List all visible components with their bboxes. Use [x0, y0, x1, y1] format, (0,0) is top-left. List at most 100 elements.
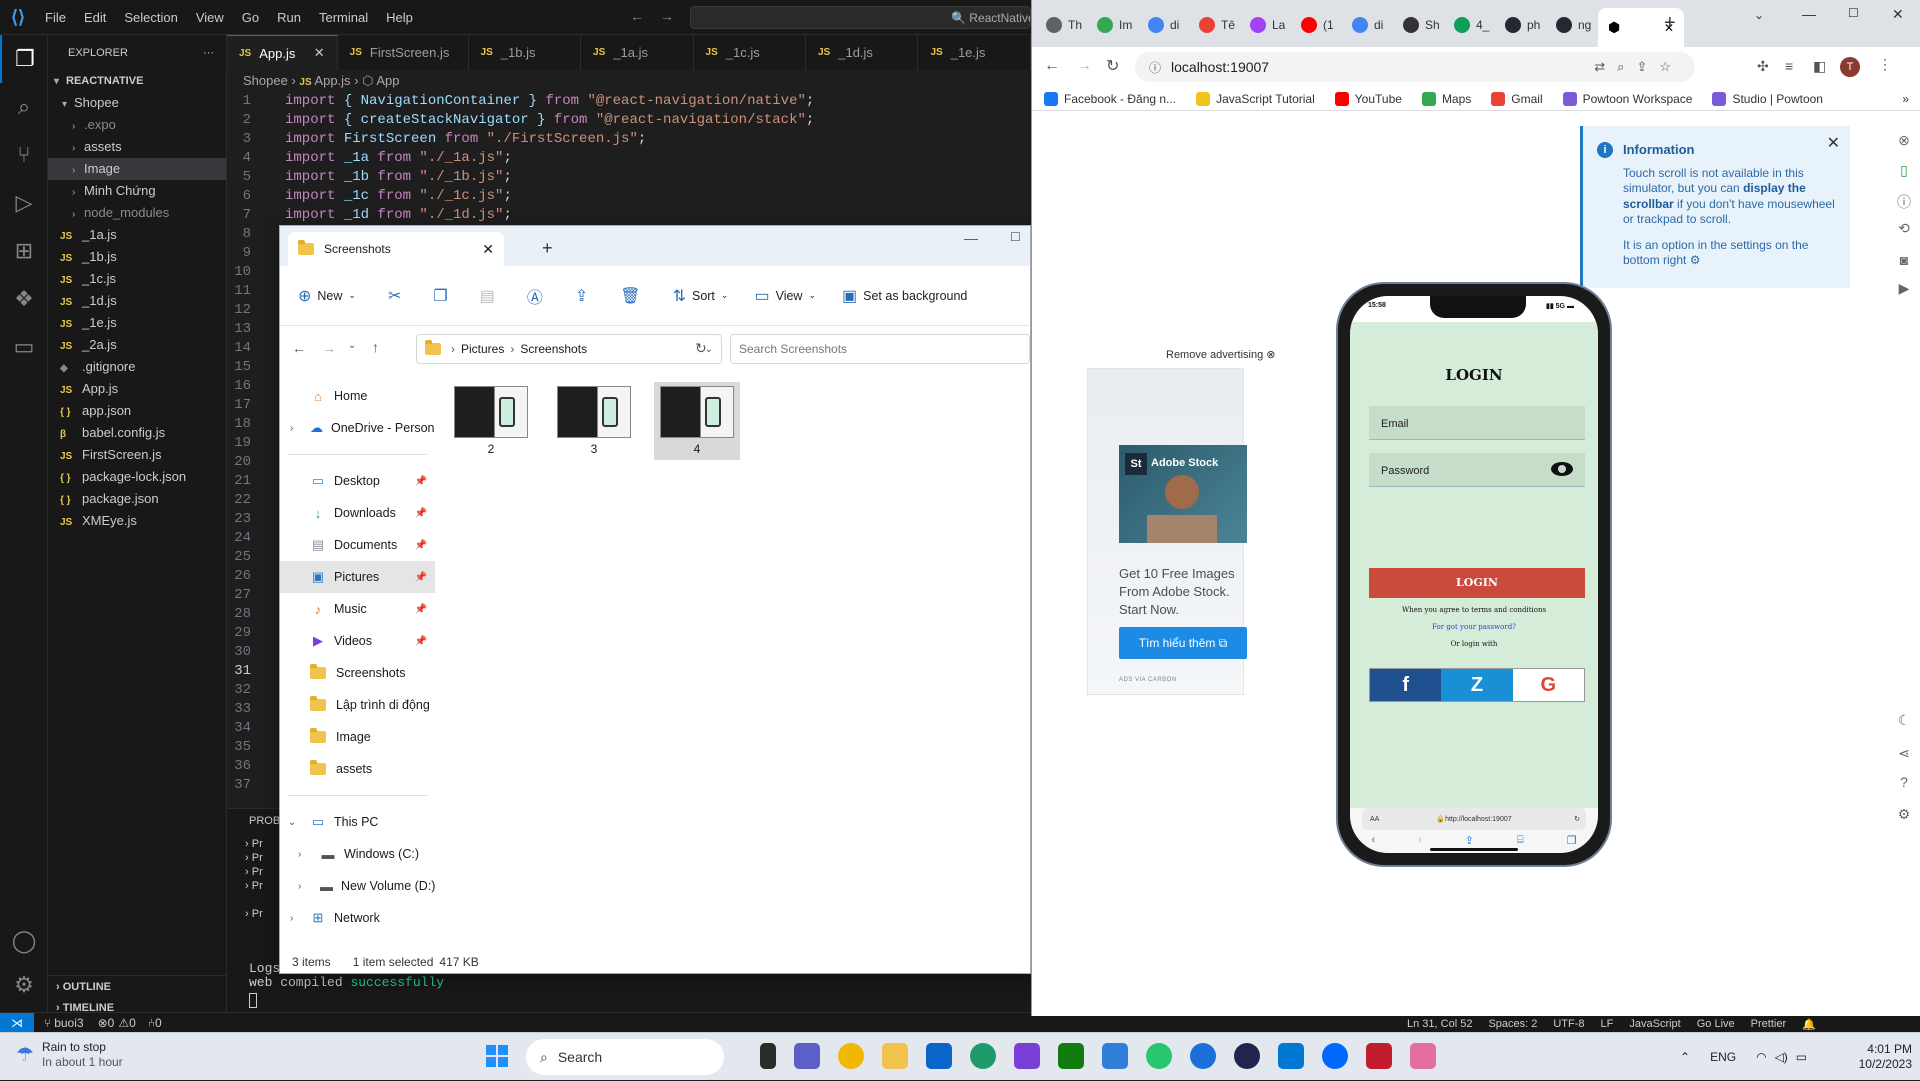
file-thumbnail[interactable]: 2 — [448, 382, 534, 460]
breadcrumb-file[interactable]: App.js — [314, 73, 350, 88]
nav-this-pc[interactable]: ⌄ ▭ This PC — [280, 806, 435, 838]
new-button[interactable]: ⊕ New ⌄ — [298, 286, 356, 306]
paste-button[interactable]: ▤ — [480, 286, 501, 306]
instagram-icon[interactable] — [1014, 1043, 1040, 1069]
tree-item[interactable]: { } package.json — [48, 488, 226, 510]
browser-tab[interactable]: ng — [1556, 12, 1591, 38]
ad-text[interactable]: Get 10 Free Images From Adobe Stock. Sta… — [1119, 565, 1241, 619]
help-icon[interactable]: ? — [1896, 774, 1912, 790]
branch-name[interactable]: buoi3 — [54, 1016, 83, 1030]
more-actions-icon[interactable]: ··· — [203, 47, 214, 59]
chrome-taskbar-icon[interactable] — [838, 1043, 864, 1069]
safari-url-field[interactable]: AA 🔒 http://localhost:19007 ↻ — [1362, 808, 1586, 830]
indentation[interactable]: Spaces: 2 — [1488, 1018, 1537, 1030]
app-ring-icon[interactable] — [1146, 1043, 1172, 1069]
bookmark-item[interactable]: Facebook - Đăng n... — [1044, 91, 1176, 106]
email-field[interactable]: Email — [1369, 406, 1585, 440]
search-icon[interactable]: ⌕ — [0, 83, 48, 131]
bookmark-item[interactable]: JavaScript Tutorial — [1196, 91, 1315, 106]
nav-folder-item[interactable]: Image — [280, 721, 435, 753]
reading-list-icon[interactable]: ≡ — [1785, 58, 1793, 74]
menu-file[interactable]: File — [36, 10, 75, 25]
editor-tab[interactable]: JS _1a.js — [581, 35, 694, 70]
ad-learn-more-button[interactable]: Tìm hiểu thêm ⧉ — [1119, 627, 1247, 659]
command-center-search[interactable]: 🔍 ReactNative — [690, 6, 1031, 29]
zalo-icon[interactable]: Z — [1441, 669, 1513, 701]
browser-tab[interactable]: Tê — [1199, 12, 1235, 38]
forward-arrow-icon[interactable]: → — [1076, 57, 1092, 75]
app-diamond-icon[interactable] — [1410, 1043, 1436, 1069]
weather-widget[interactable]: ☂ Rain to stop In about 1 hour — [16, 1040, 123, 1070]
python-icon[interactable]: ❖ — [0, 275, 48, 323]
safari-aa[interactable]: AA — [1370, 816, 1379, 823]
nav-onedrive[interactable]: › ☁ OneDrive - Persona — [280, 412, 435, 444]
browser-tab[interactable]: Th — [1046, 12, 1082, 38]
tree-item[interactable]: JS _2a.js — [48, 334, 226, 356]
menu-view[interactable]: View — [187, 10, 233, 25]
gear-icon[interactable]: ⚙ — [0, 961, 48, 1009]
task-view-icon[interactable] — [760, 1043, 776, 1069]
tabs-icon[interactable]: ❐ — [1567, 834, 1577, 847]
nav-pinned-item[interactable]: ▶ Videos 📌 — [280, 625, 435, 657]
tree-item[interactable]: JS App.js — [48, 378, 226, 400]
explorer-icon[interactable]: ❐ — [0, 35, 48, 83]
nav-pinned-item[interactable]: ▣ Pictures 📌 — [280, 561, 435, 593]
path-pictures[interactable]: Pictures — [461, 342, 504, 356]
menu-go[interactable]: Go — [233, 10, 268, 25]
tree-item[interactable]: { } app.json — [48, 400, 226, 422]
nav-drive-item[interactable]: › ▬ Windows (C:) — [280, 838, 435, 870]
google-icon[interactable]: G — [1512, 669, 1584, 701]
share-button[interactable]: ⇪ — [575, 286, 594, 306]
close-circle-icon[interactable]: ⊗ — [1896, 132, 1912, 148]
nav-folder-item[interactable]: assets — [280, 753, 435, 785]
minimize-icon[interactable]: — — [964, 230, 978, 246]
file-thumbnail[interactable]: 4 — [654, 382, 740, 460]
bookmarks-icon[interactable]: ⌸ — [1517, 834, 1524, 847]
back-icon[interactable]: ‹ — [1371, 834, 1375, 847]
problem-row[interactable]: › Pr — [245, 851, 263, 865]
site-info-icon[interactable]: ⓘ — [1149, 59, 1161, 76]
problem-row[interactable]: › Pr — [245, 837, 263, 851]
tab-search-chevron-icon[interactable]: ⌄ — [1754, 8, 1764, 22]
nav-drive-item[interactable]: › ▬ New Volume (D:) — [280, 870, 435, 902]
up-arrow-icon[interactable]: ↑ — [372, 339, 379, 355]
maximize-icon[interactable]: ☐ — [1848, 6, 1859, 20]
teams-icon[interactable] — [794, 1043, 820, 1069]
bookmark-item[interactable]: Maps — [1421, 91, 1471, 106]
edge-icon[interactable] — [970, 1043, 996, 1069]
close-icon[interactable]: ✕ — [1827, 136, 1840, 152]
path-screenshots[interactable]: Screenshots — [520, 342, 587, 356]
vscode-taskbar-icon[interactable] — [1278, 1043, 1304, 1069]
nav-folder-item[interactable]: Screenshots — [280, 657, 435, 689]
taskbar-search[interactable]: ⌕ Search — [526, 1039, 724, 1075]
tree-item[interactable]: JS _1b.js — [48, 246, 226, 268]
browser-tab[interactable]: Im — [1097, 12, 1132, 38]
nav-pinned-item[interactable]: ▭ Desktop 📌 — [280, 465, 435, 497]
share-icon[interactable]: ⇪ — [1465, 834, 1474, 847]
forgot-password-link[interactable]: For got your password? — [1350, 623, 1598, 631]
tree-item[interactable]: › Image — [48, 158, 226, 180]
back-arrow-icon[interactable]: ← — [1044, 57, 1060, 75]
copy-button[interactable]: ❐ — [433, 286, 453, 306]
remote-icon[interactable]: ⋊ — [0, 1012, 34, 1033]
nav-pinned-item[interactable]: ▤ Documents 📌 — [280, 529, 435, 561]
problem-row[interactable]: › Pr — [245, 907, 263, 921]
tree-item[interactable]: › node_modules — [48, 202, 226, 224]
account-icon[interactable]: ◯ — [0, 917, 48, 965]
tree-item[interactable]: JS _1a.js — [48, 224, 226, 246]
volume-icon[interactable]: ◁) — [1775, 1050, 1788, 1064]
close-icon[interactable]: ✕ — [314, 45, 325, 61]
breadcrumb-symbol[interactable]: App — [376, 73, 399, 88]
bookmark-item[interactable]: Gmail — [1491, 91, 1543, 106]
back-arrow-icon[interactable]: ← — [292, 340, 306, 356]
language-indicator[interactable]: ENG — [1710, 1050, 1736, 1064]
browser-tab[interactable]: (1 — [1301, 12, 1334, 38]
go-live[interactable]: Go Live — [1697, 1018, 1735, 1030]
nav-folder-item[interactable]: Lập trình di động — [280, 689, 435, 721]
encoding[interactable]: UTF-8 — [1553, 1018, 1584, 1030]
nav-home[interactable]: ⌂ Home — [280, 380, 435, 412]
tray-chevron-icon[interactable]: ⌃ — [1680, 1050, 1690, 1064]
cursor-position[interactable]: Ln 31, Col 52 — [1407, 1018, 1472, 1030]
editor-tab[interactable]: JS _1b.js — [469, 35, 582, 70]
tree-item[interactable]: › assets — [48, 136, 226, 158]
